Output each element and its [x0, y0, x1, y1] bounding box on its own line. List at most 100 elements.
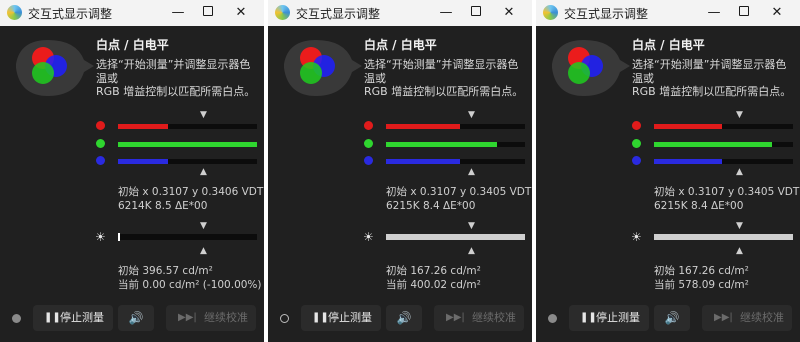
title-bar: 交互式显示调整 — ✕	[0, 0, 264, 26]
rgb-circles-icon	[284, 40, 362, 96]
maximize-icon	[739, 6, 749, 16]
rgb-circles-icon	[16, 40, 94, 96]
red-gain-fill	[118, 124, 169, 129]
minimize-button[interactable]: —	[705, 4, 723, 22]
blue-gain-fill	[118, 159, 169, 164]
title-bar: 交互式显示调整 — ✕	[268, 0, 532, 26]
blue-gain-fill	[654, 159, 723, 164]
brightness-bar	[118, 233, 257, 241]
initial-luminance: 初始 167.26 cd/m²	[654, 265, 749, 277]
red-dot	[364, 121, 373, 130]
maximize-button[interactable]	[735, 4, 753, 22]
window-title: 交互式显示调整	[28, 7, 113, 21]
close-button[interactable]: ✕	[768, 4, 786, 22]
skip-forward-icon: ▶▶|	[714, 312, 733, 323]
green-gain-fill	[386, 142, 498, 147]
stop-measure-button[interactable]: ❚❚ 停止测量	[569, 305, 649, 331]
initial-chromaticity: 初始 x 0.3107 y 0.3406 VDT	[118, 186, 264, 198]
blue-gain-bar	[386, 159, 525, 164]
target-marker-top: ▼	[200, 110, 207, 120]
current-luminance: 当前 0.00 cd/m² (-100.00%)	[118, 279, 262, 291]
blue-gain-fill	[386, 159, 460, 164]
color-temperature: 6214K 8.5 ΔE*00	[118, 200, 208, 212]
pause-icon: ❚❚	[312, 312, 329, 323]
maximize-icon	[471, 6, 481, 16]
skip-forward-icon: ▶▶|	[178, 312, 197, 323]
green-dot	[96, 139, 105, 148]
brightness-fill	[386, 234, 525, 240]
maximize-button[interactable]	[467, 4, 485, 22]
green-gain-fill	[654, 142, 773, 147]
rgb-circles-icon	[552, 40, 630, 96]
close-button[interactable]: ✕	[500, 4, 518, 22]
app-logo-icon	[7, 5, 22, 20]
maximize-button[interactable]	[199, 4, 217, 22]
continue-calibration-button[interactable]: ▶▶| 继续校准	[434, 305, 524, 331]
green-gain-bar	[118, 142, 257, 147]
section-heading: 白点 / 白电平	[364, 38, 437, 52]
brightness-icon: ☀	[363, 230, 374, 244]
pause-icon: ❚❚	[44, 312, 61, 323]
stop-measure-button[interactable]: ❚❚ 停止测量	[301, 305, 381, 331]
instructions-text: 选择“开始测量”并调整显示器色温或 RGB 增益控制以匹配所需白点。	[96, 58, 256, 98]
window-title: 交互式显示调整	[296, 7, 381, 21]
red-gain-fill	[386, 124, 460, 129]
adjust-window-1: 交互式显示调整 — ✕ 白点 / 白电平 选择“开始测量”并调整显示器色温或 RG…	[0, 0, 264, 342]
color-temperature: 6215K 8.4 ΔE*00	[386, 200, 476, 212]
app-logo-icon	[275, 5, 290, 20]
skip-forward-icon: ▶▶|	[446, 312, 465, 323]
close-button[interactable]: ✕	[232, 4, 250, 22]
measure-status-indicator	[548, 314, 557, 323]
maximize-icon	[203, 6, 213, 16]
current-luminance: 当前 400.02 cd/m²	[386, 279, 481, 291]
brightness-start-cap	[118, 233, 120, 241]
color-temperature: 6215K 8.4 ΔE*00	[654, 200, 744, 212]
target-marker-top: ▼	[736, 110, 743, 120]
target-marker-top: ▼	[468, 110, 475, 120]
red-gain-bar	[654, 124, 793, 129]
brightness-marker-bottom: ▲	[468, 246, 475, 256]
speaker-icon: 🔊	[664, 311, 680, 325]
continue-calibration-button[interactable]: ▶▶| 继续校准	[702, 305, 792, 331]
sound-toggle-button[interactable]: 🔊	[654, 305, 690, 331]
brightness-marker-top: ▼	[468, 221, 475, 231]
brightness-marker-top: ▼	[736, 221, 743, 231]
red-gain-bar	[386, 124, 525, 129]
stop-measure-button[interactable]: ❚❚ 停止测量	[33, 305, 113, 331]
current-luminance: 当前 578.09 cd/m²	[654, 279, 749, 291]
target-marker-bottom: ▲	[200, 167, 207, 177]
red-gain-bar	[118, 124, 257, 129]
blue-gain-bar	[654, 159, 793, 164]
minimize-button[interactable]: —	[169, 4, 187, 22]
red-dot	[96, 121, 105, 130]
brightness-fill	[654, 234, 793, 240]
green-dot	[364, 139, 373, 148]
initial-luminance: 初始 167.26 cd/m²	[386, 265, 481, 277]
blue-dot	[96, 156, 105, 165]
sound-toggle-button[interactable]: 🔊	[386, 305, 422, 331]
continue-calibration-button[interactable]: ▶▶| 继续校准	[166, 305, 256, 331]
measure-status-indicator	[12, 314, 21, 323]
speaker-icon: 🔊	[128, 311, 144, 325]
green-dot	[632, 139, 641, 148]
sound-toggle-button[interactable]: 🔊	[118, 305, 154, 331]
instructions-text: 选择“开始测量”并调整显示器色温或 RGB 增益控制以匹配所需白点。	[364, 58, 524, 98]
brightness-marker-top: ▼	[200, 221, 207, 231]
target-marker-bottom: ▲	[736, 167, 743, 177]
adjust-window-2: 交互式显示调整 — ✕ 白点 / 白电平 选择“开始测量”并调整显示器色温或 RG…	[268, 0, 532, 342]
section-heading: 白点 / 白电平	[96, 38, 169, 52]
green-gain-bar	[386, 142, 525, 147]
minimize-button[interactable]: —	[437, 4, 455, 22]
pause-icon: ❚❚	[580, 312, 597, 323]
brightness-marker-bottom: ▲	[200, 246, 207, 256]
brightness-bar	[386, 234, 525, 240]
initial-luminance: 初始 396.57 cd/m²	[118, 265, 213, 277]
green-gain-fill	[118, 142, 257, 147]
title-bar: 交互式显示调整 — ✕	[536, 0, 800, 26]
brightness-icon: ☀	[631, 230, 642, 244]
red-dot	[632, 121, 641, 130]
blue-dot	[364, 156, 373, 165]
instructions-text: 选择“开始测量”并调整显示器色温或 RGB 增益控制以匹配所需白点。	[632, 58, 792, 98]
target-marker-bottom: ▲	[468, 167, 475, 177]
initial-chromaticity: 初始 x 0.3107 y 0.3405 VDT	[386, 186, 532, 198]
